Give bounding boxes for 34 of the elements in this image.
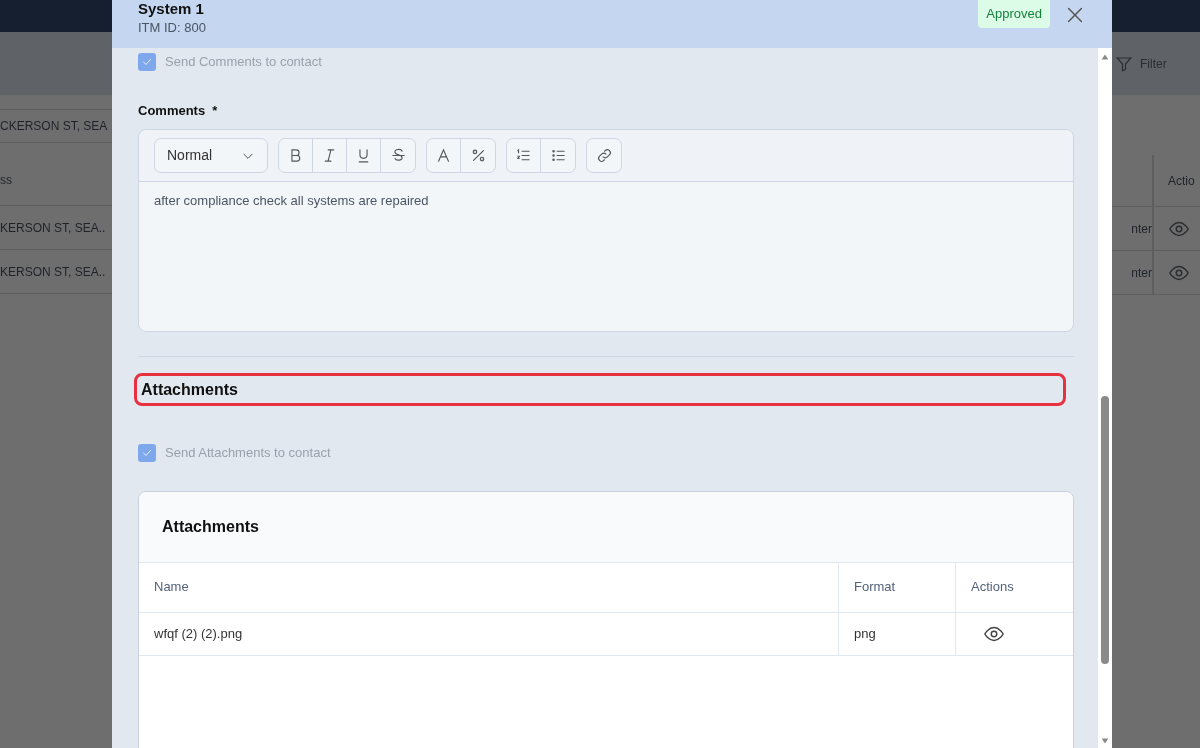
strikethrough-icon	[389, 147, 407, 164]
comment-editor[interactable]: after compliance check all systems are repaired	[139, 182, 1073, 331]
link-icon	[595, 147, 613, 164]
scroll-up-icon	[1100, 52, 1110, 62]
column-header: Actions	[971, 578, 1014, 597]
format-select[interactable]: Normal	[154, 138, 268, 173]
address-text: CKERSON ST, SEA	[0, 118, 108, 135]
modal-title: System 1	[138, 1, 205, 16]
table-cell-text: KERSON ST, SEA..	[0, 219, 106, 237]
scroll-down-icon	[1100, 736, 1110, 746]
table-cell-text: nter	[1131, 220, 1152, 238]
checkbox-label: Send Comments to contact	[165, 53, 322, 71]
checkbox-label: Send Attachments to contact	[165, 444, 331, 462]
checkbox[interactable]	[138, 52, 156, 71]
column-header: Actio	[1168, 172, 1195, 190]
column-header: Format	[854, 578, 896, 597]
item-id: ITM ID: 800	[138, 19, 207, 37]
field-label: Comments	[138, 101, 206, 120]
bullet-list-icon	[549, 147, 567, 164]
table-cell-text: png	[854, 624, 876, 643]
status-badge: Approved	[978, 0, 1050, 28]
card-title: Attachments	[162, 516, 259, 537]
table-cell-text: KERSON ST, SEA..	[0, 263, 106, 281]
scrollbar-thumb[interactable]	[1101, 396, 1109, 664]
column-header: ss	[0, 171, 12, 189]
letter-a-icon	[435, 147, 452, 164]
filter-icon	[1115, 54, 1133, 73]
section-heading: Attachments	[134, 373, 1066, 406]
scrollbar[interactable]	[1098, 48, 1112, 748]
table-cell-text: nter	[1131, 264, 1152, 282]
column-header: Name	[154, 578, 189, 597]
required-mark: *	[212, 101, 218, 120]
table-cell-text: wfqf (2) (2).png	[154, 624, 243, 643]
checkbox[interactable]	[138, 443, 156, 462]
